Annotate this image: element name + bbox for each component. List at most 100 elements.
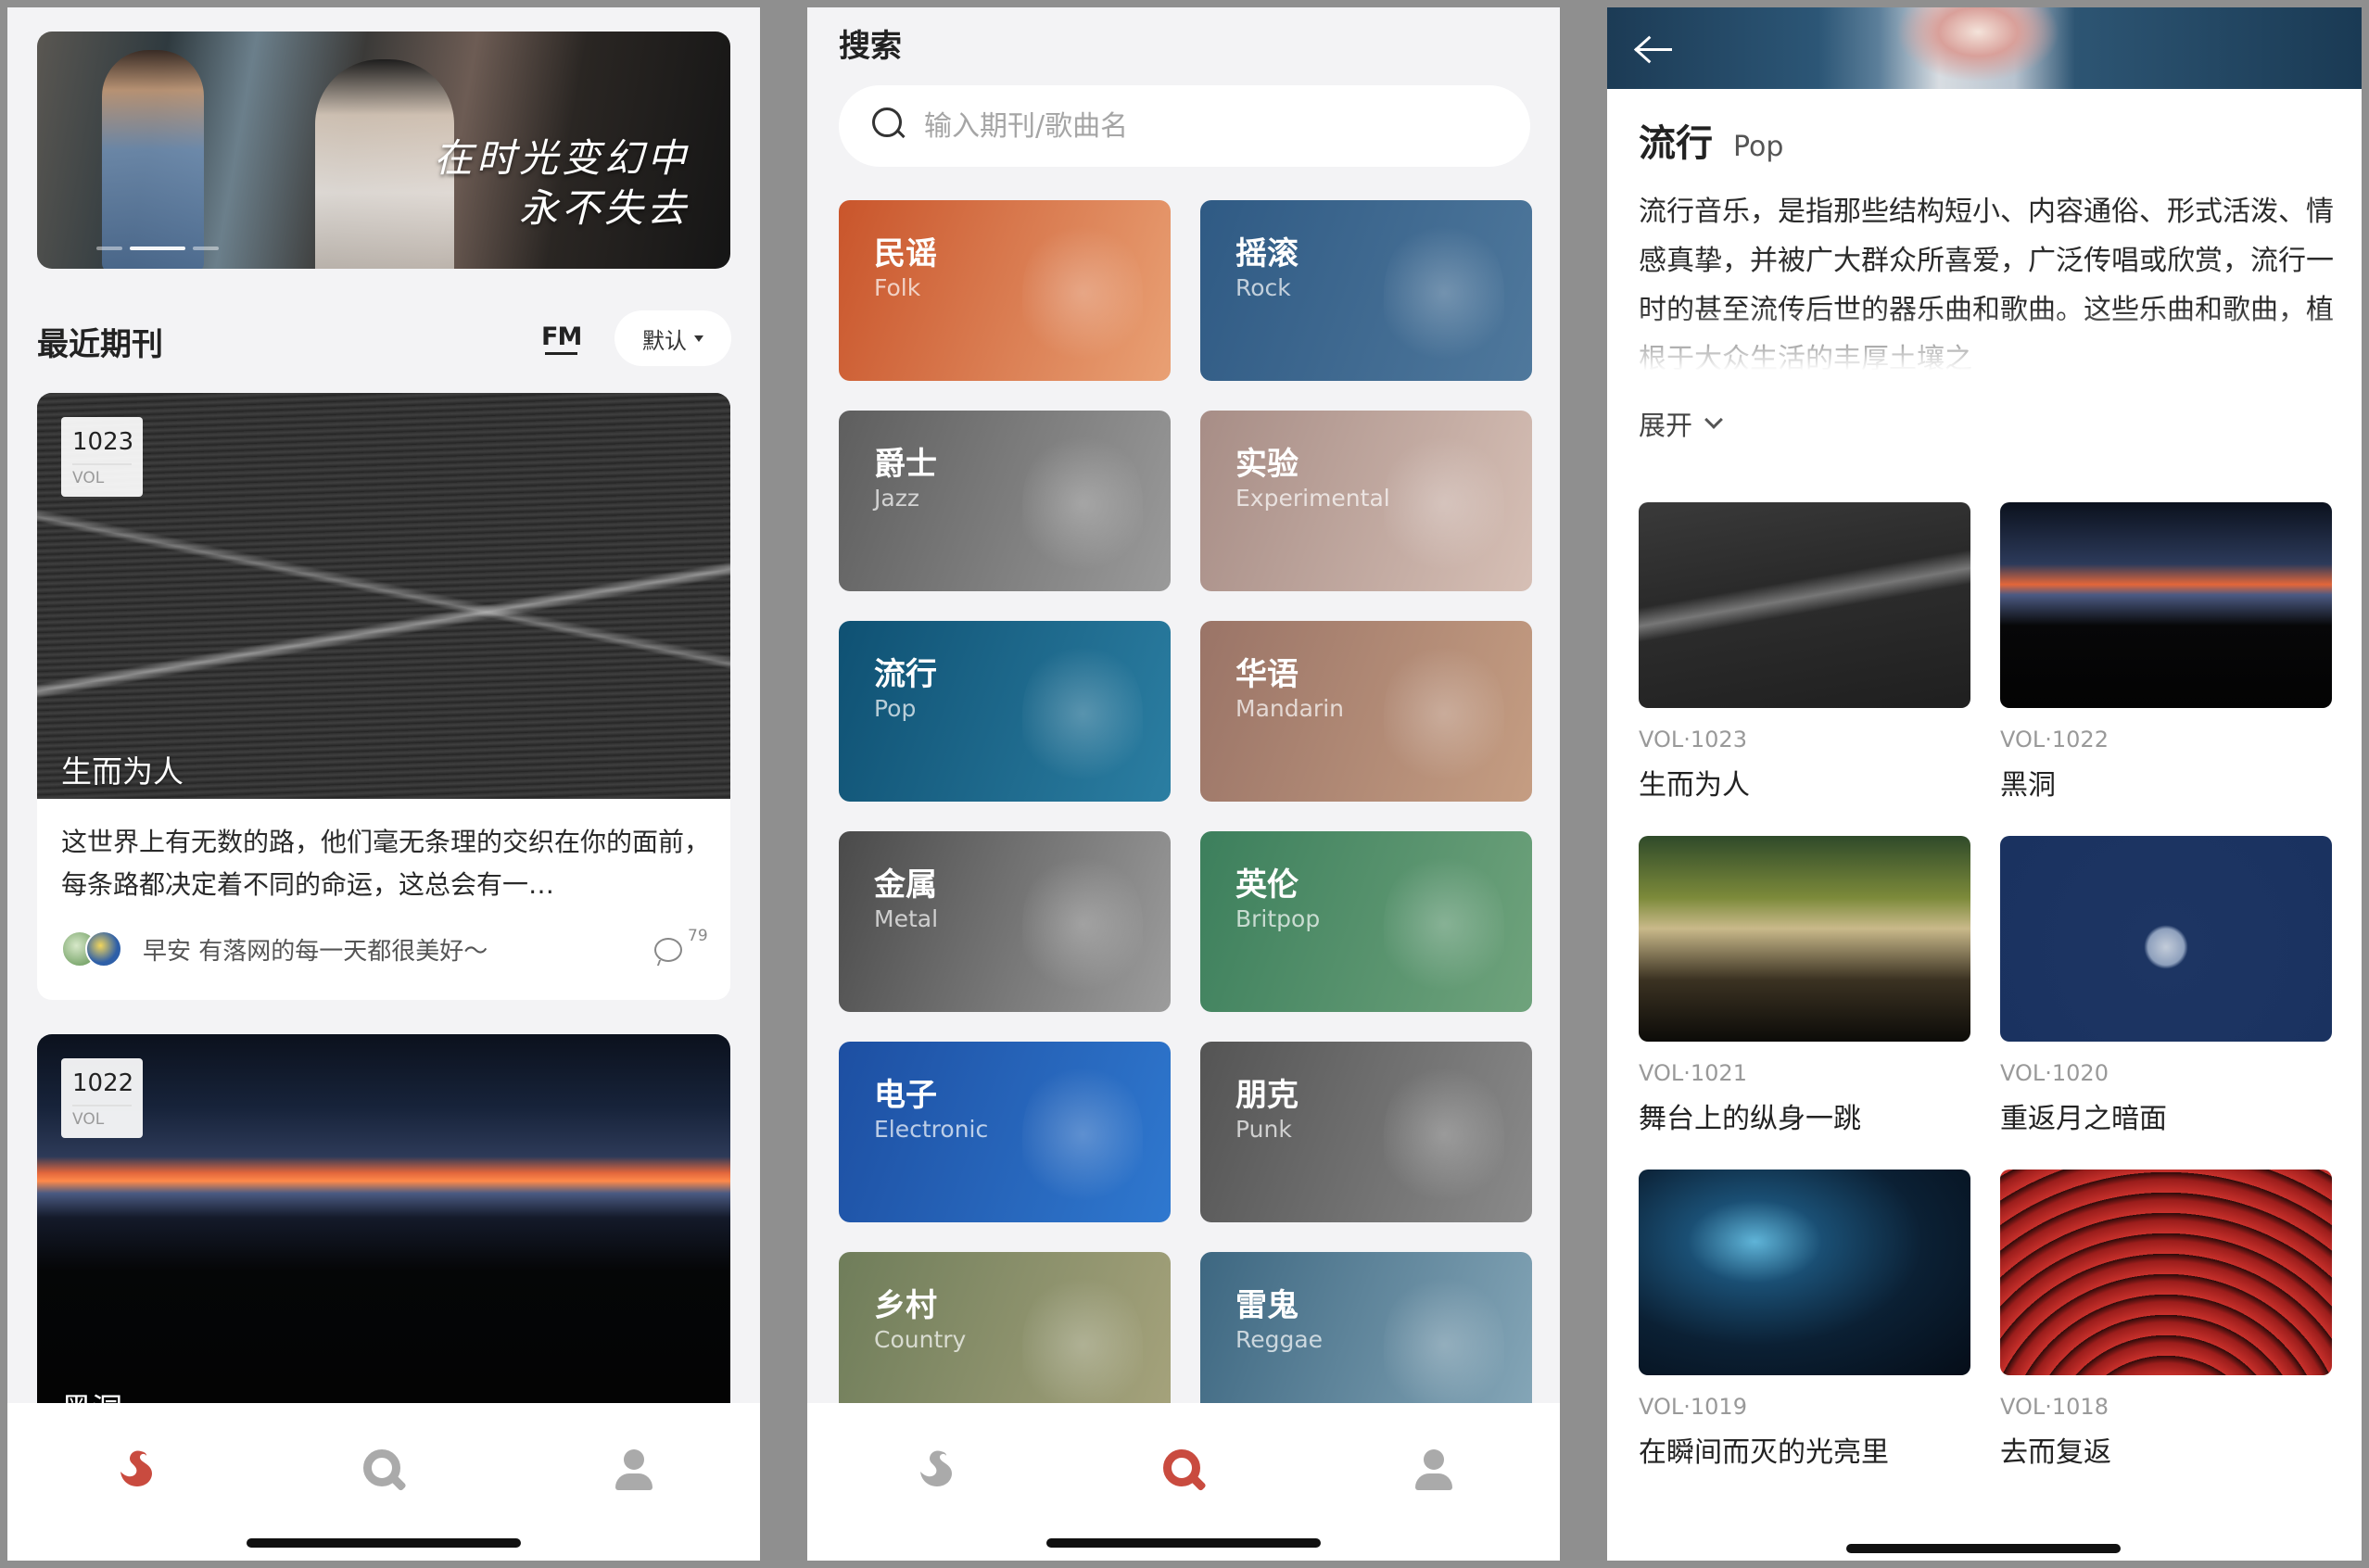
- banner-line-2: 永不失去: [518, 185, 690, 231]
- genre-title-en: Pop: [1733, 131, 1784, 163]
- vol-title: 在瞬间而灭的光亮里: [1639, 1436, 1889, 1469]
- carousel-dot[interactable]: [193, 247, 219, 250]
- swan-icon: [920, 1450, 952, 1486]
- vol-card[interactable]: VOL·1023 生而为人: [1639, 502, 1970, 803]
- search-bar[interactable]: [839, 85, 1530, 167]
- genre-artwork: [1022, 429, 1143, 577]
- vol-number: VOL·1019: [1639, 1394, 1747, 1420]
- banner-carousel[interactable]: 在时光变幻中 永不失去: [37, 32, 730, 269]
- vol-cover-image: [1639, 1170, 1970, 1375]
- sort-dropdown[interactable]: 默认: [614, 310, 731, 366]
- tab-bar: [807, 1403, 1560, 1561]
- expand-label: 展开: [1639, 410, 1693, 441]
- banner-figure-left: [102, 50, 204, 269]
- vol-card[interactable]: VOL·1020 重返月之暗面: [2000, 836, 2332, 1136]
- journal-description: 这世界上有无数的路，他们毫无条理的交织在你的面前，每条路都决定着不同的命运，这总…: [61, 827, 710, 900]
- genre-name-zh: 乡村: [874, 1287, 937, 1324]
- tab-bar: [7, 1403, 760, 1561]
- genre-name-en: Reggae: [1235, 1326, 1324, 1353]
- vol-cover-image: [2000, 836, 2332, 1042]
- carousel-dot[interactable]: [96, 247, 122, 250]
- header-image-subject: [1885, 7, 2071, 89]
- genre-artwork: [1384, 850, 1504, 998]
- carousel-dots: [96, 247, 219, 250]
- tab-home[interactable]: [108, 1442, 163, 1498]
- tab-home[interactable]: [907, 1442, 963, 1498]
- genre-artwork: [1384, 219, 1504, 367]
- avatar: [85, 930, 122, 967]
- genre-tile[interactable]: 实验 Experimental: [1200, 411, 1532, 591]
- genre-name-en: Rock: [1235, 274, 1291, 301]
- tab-search[interactable]: [1156, 1442, 1211, 1498]
- vol-card[interactable]: VOL·1022 黑洞: [2000, 502, 2332, 803]
- vol-card[interactable]: VOL·1021 舞台上的纵身一跳: [1639, 836, 1970, 1136]
- genre-name-zh: 爵士: [874, 446, 937, 483]
- vol-label: VOL: [72, 469, 105, 487]
- carousel-dot-active[interactable]: [130, 247, 185, 250]
- genre-tile[interactable]: 金属 Metal: [839, 831, 1171, 1012]
- chevron-down-icon: [1704, 411, 1723, 429]
- genre-tile[interactable]: 电子 Electronic: [839, 1042, 1171, 1222]
- genre-description: 流行音乐，是指那些结构短小、内容通俗、形式活泼、情感真挚，并被广大群众所喜爱，广…: [1639, 187, 2336, 382]
- genre-tile[interactable]: 华语 Mandarin: [1200, 621, 1532, 802]
- genre-name-en: Metal: [874, 905, 939, 932]
- search-icon: [1156, 1442, 1211, 1498]
- journal-title: 生而为人: [61, 753, 184, 790]
- genre-tile[interactable]: 民谣 Folk: [839, 200, 1171, 381]
- fm-icon[interactable]: FM: [541, 322, 582, 355]
- screen-genre-detail: 流行 Pop 流行音乐，是指那些结构短小、内容通俗、形式活泼、情感真挚，并被广大…: [1607, 7, 2362, 1561]
- section-title: 最近期刊: [37, 326, 163, 363]
- journal-card[interactable]: 1023 VOL 生而为人 这世界上有无数的路，他们毫无条理的交织在你的面前，每…: [37, 393, 730, 1000]
- comment-count: 79: [688, 927, 708, 945]
- genre-tile[interactable]: 英伦 Britpop: [1200, 831, 1532, 1012]
- genre-name-zh: 朋克: [1235, 1077, 1299, 1114]
- genre-tile[interactable]: 朋克 Punk: [1200, 1042, 1532, 1222]
- vol-number: VOL·1020: [2000, 1060, 2109, 1086]
- search-input[interactable]: [924, 102, 1499, 150]
- genre-name-zh: 金属: [874, 866, 937, 904]
- tab-profile[interactable]: [1406, 1442, 1462, 1498]
- vol-label: VOL: [72, 1110, 105, 1129]
- genre-name-zh: 雷鬼: [1235, 1287, 1299, 1324]
- genre-name-en: Jazz: [874, 485, 919, 512]
- genre-artwork: [1022, 850, 1143, 998]
- vol-cover-image: [2000, 1170, 2332, 1375]
- genre-name-en: Experimental: [1235, 485, 1390, 512]
- page-title: 搜索: [839, 28, 902, 65]
- comment-icon: [654, 938, 682, 962]
- genre-name-en: Britpop: [1235, 905, 1321, 932]
- genre-tile[interactable]: 爵士 Jazz: [839, 411, 1171, 591]
- genre-name-zh: 实验: [1235, 446, 1299, 483]
- vol-title: 舞台上的纵身一跳: [1639, 1103, 1861, 1135]
- vol-badge: 1022 VOL: [61, 1058, 143, 1138]
- vol-card[interactable]: VOL·1019 在瞬间而灭的光亮里: [1639, 1170, 1970, 1470]
- tab-profile[interactable]: [606, 1442, 662, 1498]
- comment-button[interactable]: 79: [654, 927, 710, 967]
- banner-line-1: 在时光变幻中: [433, 135, 690, 181]
- genre-heading: 流行 Pop: [1639, 113, 1783, 167]
- screen-home: 在时光变幻中 永不失去 最近期刊 FM 默认 1023 VOL 生而为人 这世界…: [7, 7, 760, 1561]
- tab-search[interactable]: [356, 1442, 412, 1498]
- vol-title: 去而复返: [2000, 1436, 2111, 1469]
- journal-meta: 早安 有落网的每一天都很美好～ 79: [61, 927, 710, 967]
- genre-name-zh: 电子: [874, 1077, 937, 1114]
- home-indicator: [247, 1538, 521, 1548]
- user-icon: [606, 1442, 662, 1498]
- vol-number: 1023: [72, 428, 134, 456]
- genre-name-zh: 民谣: [874, 235, 937, 272]
- genre-detail-panel: 流行 Pop 流行音乐，是指那些结构短小、内容通俗、形式活泼、情感真挚，并被广大…: [1607, 91, 2362, 1561]
- genre-tile[interactable]: 摇滚 Rock: [1200, 200, 1532, 381]
- vol-badge: 1023 VOL: [61, 417, 143, 497]
- genre-artwork: [1384, 1271, 1504, 1419]
- genre-name-zh: 英伦: [1235, 866, 1299, 904]
- user-icon: [1406, 1442, 1462, 1498]
- expand-button[interactable]: 展开: [1639, 404, 1723, 443]
- avatar-group: [61, 930, 126, 967]
- genre-tile[interactable]: 流行 Pop: [839, 621, 1171, 802]
- vol-card[interactable]: VOL·1018 去而复返: [2000, 1170, 2332, 1470]
- genre-name-en: Punk: [1235, 1116, 1292, 1143]
- screen-search: 搜索 民谣Folk摇滚Rock爵士Jazz实验Experimental流行Pop…: [807, 7, 1560, 1561]
- vol-number: 1022: [72, 1069, 134, 1097]
- vol-title: 生而为人: [1639, 769, 1750, 802]
- back-arrow-icon[interactable]: [1633, 32, 1676, 69]
